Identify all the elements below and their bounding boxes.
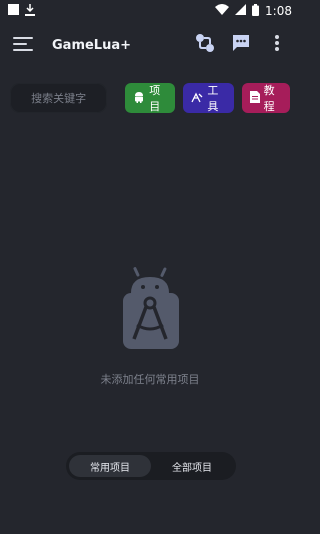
signal-icon	[235, 4, 247, 18]
tab-all-projects[interactable]: 全部项目	[151, 455, 233, 477]
project-filter-tabs: 常用项目 全部项目	[66, 452, 236, 480]
android-icon	[133, 91, 145, 106]
message-button[interactable]	[230, 34, 252, 56]
tutorial-label: 教程	[263, 84, 275, 113]
tab-common-projects[interactable]: 常用项目	[69, 455, 151, 477]
connection-button[interactable]	[194, 34, 216, 56]
chat-bubble-icon	[231, 33, 251, 57]
empty-state-text: 未添加任何常用项目	[100, 373, 200, 386]
project-button[interactable]: 项目	[125, 83, 176, 113]
app-bar: GameLua+	[0, 22, 300, 68]
android-studio-icon	[115, 265, 185, 355]
search-input[interactable]: 搜索关键字	[10, 83, 108, 113]
app-title: GameLua+	[52, 37, 132, 53]
notification-square-icon	[8, 4, 19, 18]
tools-icon	[191, 91, 203, 106]
status-bar: 1:08	[0, 0, 300, 22]
status-time: 1:08	[265, 4, 292, 18]
toolbar-row: 搜索关键字 项目 工具 教程	[10, 82, 291, 114]
more-options-button[interactable]	[266, 34, 288, 56]
menu-icon	[13, 36, 35, 55]
tutorial-button[interactable]: 教程	[241, 83, 291, 113]
empty-state: 未添加任何常用项目	[0, 265, 300, 387]
battery-icon	[252, 3, 260, 19]
document-icon	[249, 90, 260, 106]
connection-icon	[194, 32, 216, 58]
tools-button[interactable]: 工具	[183, 83, 234, 113]
menu-button[interactable]	[12, 33, 36, 57]
project-label: 项目	[149, 84, 161, 113]
wifi-icon	[215, 4, 230, 18]
more-vert-icon	[274, 34, 280, 56]
download-icon	[25, 3, 35, 19]
tools-label: 工具	[207, 84, 219, 113]
